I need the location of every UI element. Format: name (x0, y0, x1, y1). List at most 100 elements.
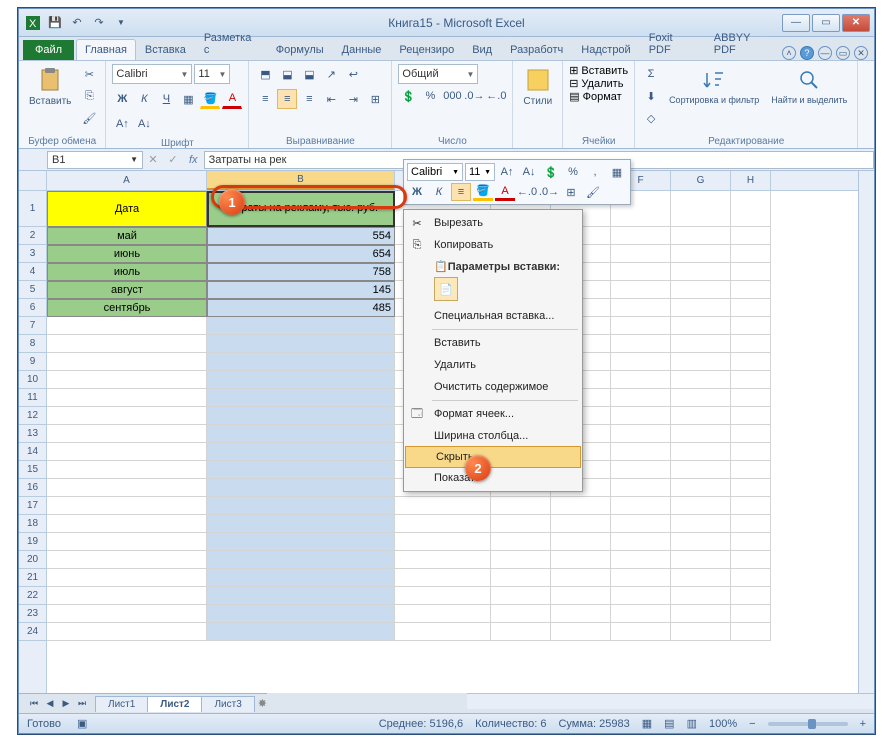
row-header[interactable]: 16 (19, 479, 46, 497)
increase-decimal-icon[interactable]: .0→ (464, 86, 484, 106)
ctx-show[interactable]: Показать (404, 467, 582, 489)
font-name-combo[interactable]: Calibri▼ (112, 64, 192, 84)
row-header[interactable]: 4 (19, 263, 46, 281)
minimize-button[interactable]: — (782, 14, 810, 32)
border-icon[interactable]: ▦ (178, 89, 198, 109)
prev-sheet-icon[interactable]: ◀ (43, 697, 57, 711)
first-sheet-icon[interactable]: ⏮ (27, 697, 41, 711)
cells-delete-button[interactable]: ⊟Удалить (569, 77, 623, 90)
cell[interactable]: июнь (47, 245, 207, 263)
orientation-icon[interactable]: ↗ (321, 64, 341, 84)
row-header[interactable]: 20 (19, 551, 46, 569)
tab-abbyy[interactable]: ABBYY PDF (705, 27, 782, 60)
percent-icon[interactable]: % (420, 86, 440, 106)
close-button[interactable]: ✕ (842, 14, 870, 32)
sort-filter-button[interactable]: Сортировка и фильтр (665, 64, 763, 108)
number-format-combo[interactable]: Общий▼ (398, 64, 478, 84)
tab-insert[interactable]: Вставка (136, 39, 195, 60)
row-header[interactable]: 8 (19, 335, 46, 353)
tab-data[interactable]: Данные (333, 39, 391, 60)
vertical-scrollbar[interactable] (858, 171, 874, 693)
cancel-formula-icon[interactable]: ✕ (143, 150, 163, 170)
tab-review[interactable]: Рецензиро (390, 39, 463, 60)
enter-formula-icon[interactable]: ✓ (163, 150, 183, 170)
col-header-a[interactable]: A (47, 171, 207, 190)
fill-icon[interactable]: ⬇ (641, 86, 661, 106)
horizontal-scrollbar[interactable] (467, 693, 874, 709)
qat-dropdown-icon[interactable]: ▼ (111, 13, 131, 33)
ctx-copy[interactable]: ⎘Копировать (404, 234, 582, 256)
row-header[interactable]: 19 (19, 533, 46, 551)
zoom-level[interactable]: 100% (709, 718, 737, 730)
bold-button[interactable]: Ж (112, 89, 132, 109)
merge-icon[interactable]: ⊞ (365, 89, 385, 109)
cell[interactable]: 145 (207, 281, 395, 299)
sheet-tab[interactable]: Лист1 (95, 696, 148, 712)
cell[interactable]: май (47, 227, 207, 245)
tab-home[interactable]: Главная (76, 39, 136, 60)
last-sheet-icon[interactable]: ⏭ (75, 697, 89, 711)
tab-addins[interactable]: Надстрой (572, 39, 639, 60)
paste-default-icon[interactable]: 📄 (434, 277, 458, 301)
shrink-font-icon[interactable]: A↓ (134, 114, 154, 134)
row-header[interactable]: 15 (19, 461, 46, 479)
cells-format-button[interactable]: ▤Формат (569, 90, 621, 103)
cell[interactable] (671, 191, 731, 227)
select-all-corner[interactable] (19, 171, 46, 191)
ctx-column-width[interactable]: Ширина столбца... (404, 425, 582, 447)
mini-dec-decimal-icon[interactable]: ←.0 (517, 183, 537, 201)
font-color-icon[interactable]: A (222, 89, 242, 109)
zoom-slider[interactable] (768, 722, 848, 726)
format-painter-icon[interactable]: 🖌 (79, 108, 99, 128)
ctx-paste-option[interactable]: 📄 (404, 275, 582, 305)
copy-icon[interactable]: ⎘ (79, 86, 99, 106)
mini-shrink-font-icon[interactable]: A↓ (519, 163, 539, 181)
mini-grow-font-icon[interactable]: A↑ (497, 163, 517, 181)
redo-icon[interactable]: ↷ (89, 13, 109, 33)
mini-currency-icon[interactable]: 💲 (541, 163, 561, 181)
fill-color-icon[interactable]: 🪣 (200, 89, 220, 109)
ctx-clear[interactable]: Очистить содержимое (404, 376, 582, 398)
ctx-hide[interactable]: Скрыть (405, 446, 581, 468)
font-size-combo[interactable]: 11▼ (194, 64, 230, 84)
row-header[interactable]: 10 (19, 371, 46, 389)
file-tab[interactable]: Файл (23, 40, 74, 60)
cell[interactable] (731, 191, 771, 227)
mini-inc-decimal-icon[interactable]: .0→ (539, 183, 559, 201)
styles-button[interactable]: Стили (519, 64, 556, 109)
ribbon-minimize-icon[interactable]: ˄ (782, 46, 796, 60)
tab-view[interactable]: Вид (463, 39, 501, 60)
ctx-cut[interactable]: ✂Вырезать (404, 212, 582, 234)
cells-insert-button[interactable]: ⊞Вставить (569, 64, 628, 77)
macro-record-icon[interactable]: ▣ (77, 717, 87, 730)
row-header[interactable]: 6 (19, 299, 46, 317)
mini-comma-icon[interactable]: , (585, 163, 605, 181)
fx-icon[interactable]: fx (189, 154, 198, 166)
zoom-out-icon[interactable]: − (749, 718, 755, 730)
help-icon[interactable]: ? (800, 46, 814, 60)
ctx-format-cells[interactable]: 🗔Формат ячеек... (404, 403, 582, 425)
row-header[interactable]: 1 (19, 191, 46, 227)
mini-fill-color-icon[interactable]: 🪣 (473, 183, 493, 201)
clear-icon[interactable]: ◇ (641, 108, 661, 128)
currency-icon[interactable]: 💲 (398, 86, 418, 106)
wrap-text-icon[interactable]: ↩ (343, 64, 363, 84)
row-header[interactable]: 9 (19, 353, 46, 371)
mini-size-combo[interactable]: 11▼ (465, 163, 495, 181)
row-header[interactable]: 3 (19, 245, 46, 263)
mini-align-center-icon[interactable]: ≡ (451, 183, 471, 201)
tab-layout[interactable]: Разметка с (195, 27, 267, 60)
cell[interactable]: июль (47, 263, 207, 281)
zoom-in-icon[interactable]: + (860, 718, 866, 730)
tab-foxit[interactable]: Foxit PDF (640, 27, 705, 60)
row-header[interactable]: 22 (19, 587, 46, 605)
autosum-icon[interactable]: Σ (641, 64, 661, 84)
view-layout-icon[interactable]: ▤ (664, 717, 674, 730)
find-select-button[interactable]: Найти и выделить (767, 64, 851, 108)
row-header[interactable]: 17 (19, 497, 46, 515)
cell[interactable]: 554 (207, 227, 395, 245)
cut-icon[interactable]: ✂ (79, 64, 99, 84)
paste-button[interactable]: Вставить (25, 64, 75, 109)
tab-formulas[interactable]: Формулы (267, 39, 333, 60)
doc-close-icon[interactable]: ✕ (854, 46, 868, 60)
